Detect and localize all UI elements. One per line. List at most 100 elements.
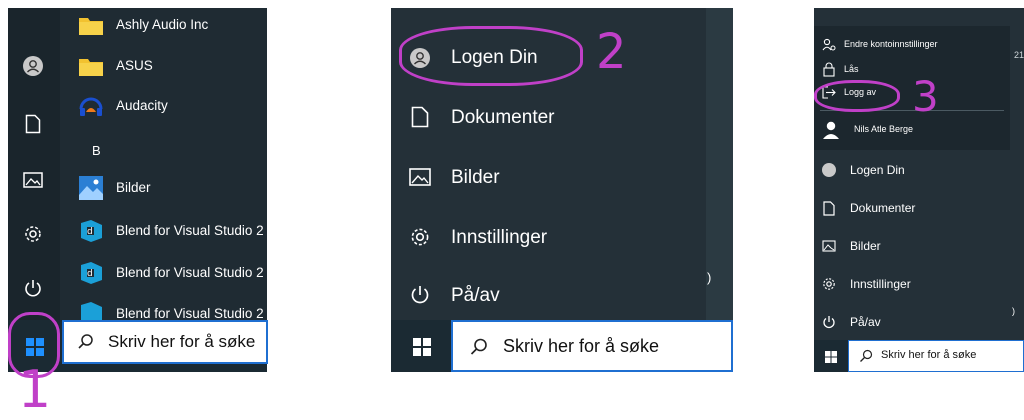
search-box[interactable]: Skriv her for å søke (62, 320, 268, 364)
avatar (410, 48, 430, 68)
menu-item-label: Bilder (850, 239, 881, 253)
app-label: ASUS (116, 58, 153, 73)
start-button[interactable] (18, 330, 52, 364)
windows-logo-icon (26, 338, 44, 356)
gear-icon (823, 278, 835, 290)
blend-icon: d (81, 220, 102, 242)
menu-item-label: Dokumenter (850, 201, 916, 215)
search-icon (470, 338, 487, 355)
search-placeholder: Skriv her for å søke (108, 332, 256, 351)
menu-item-label: Innstillinger (451, 227, 548, 248)
documents-button[interactable] (25, 114, 41, 134)
popup-user-name: Nils Atle Berge (854, 124, 914, 134)
menu-item-pictures[interactable]: Bilder (820, 236, 1000, 258)
menu-item-settings[interactable]: Innstillinger (403, 218, 603, 258)
svg-text:d: d (87, 227, 93, 237)
app-list-item[interactable]: Bilder (78, 175, 267, 203)
avatar (822, 163, 836, 177)
power-icon (823, 316, 835, 329)
edge-fragment: 21 (1014, 50, 1024, 60)
blend-icon: d (81, 262, 102, 284)
popup-item-label: Endre kontoinnstillinger (844, 39, 938, 49)
app-list-item[interactable]: Ashly Audio Inc (78, 12, 267, 40)
app-label: Blend for Visual Studio 2 (116, 223, 264, 238)
step-3-number: 3 (912, 72, 939, 121)
search-icon (860, 349, 873, 362)
app-label: Blend for Visual Studio 2 (116, 265, 264, 280)
start-rail (8, 8, 60, 320)
menu-item-documents[interactable]: Dokumenter (403, 98, 603, 138)
user-icon (27, 60, 39, 73)
settings-button[interactable] (23, 224, 43, 244)
search-icon (78, 334, 93, 349)
menu-item-power[interactable]: På/av (820, 312, 1000, 334)
menu-item-power[interactable]: På/av (403, 276, 603, 316)
photos-icon (79, 176, 103, 200)
power-icon (411, 286, 429, 304)
start-button[interactable] (405, 330, 439, 364)
start-menu-panel-1: Ashly Audio Inc ASUS Audacity B Bilder d… (8, 8, 267, 372)
search-box[interactable]: Skriv her for å søke (848, 340, 1024, 372)
power-button[interactable] (23, 278, 43, 298)
pictures-icon (23, 172, 43, 188)
menu-item-label: Logen Din (451, 47, 538, 68)
start-menu-panel-2: Logen Din Dokumenter Bilder Innstillinge… (391, 8, 733, 372)
menu-item-label: Bilder (451, 167, 500, 188)
step-2-number: 2 (596, 24, 627, 80)
edge-fragment: ) (707, 270, 712, 285)
menu-item-account[interactable]: Logen Din (403, 38, 583, 78)
blend-icon (81, 302, 102, 320)
menu-item-settings[interactable]: Innstillinger (820, 274, 1000, 296)
menu-item-account[interactable]: Logen Din (820, 160, 1000, 182)
menu-item-label: Dokumenter (451, 107, 555, 128)
windows-logo-icon (413, 338, 431, 356)
edge-fragment: ) (1012, 306, 1015, 316)
pictures-icon (822, 240, 836, 252)
app-label: Audacity (116, 98, 168, 113)
app-list-item[interactable]: d Blend for Visual Studio 2 (78, 218, 267, 246)
popup-item-label: Logg av (844, 87, 877, 97)
avatar-button[interactable] (23, 56, 43, 76)
section-letter[interactable]: B (92, 142, 101, 160)
svg-text:d: d (87, 269, 93, 279)
section-letter-label: B (92, 143, 101, 158)
menu-item-documents[interactable]: Dokumenter (820, 198, 1000, 220)
popup-user-entry[interactable]: Nils Atle Berge (820, 118, 1006, 142)
search-placeholder: Skriv her for å søke (881, 349, 977, 361)
menu-item-label: Logen Din (850, 163, 905, 177)
windows-logo-icon (825, 351, 837, 363)
user-avatar-icon (823, 121, 839, 139)
app-label: Blend for Visual Studio 2 (116, 306, 264, 320)
search-placeholder: Skriv her for å søke (503, 336, 660, 356)
menu-item-label: På/av (451, 285, 500, 306)
start-menu-panel-3: Endre kontoinnstillinger Lås Logg av Nil… (814, 8, 1024, 372)
app-label: Bilder (116, 180, 151, 195)
gear-icon (25, 226, 41, 242)
app-list-item[interactable]: ASUS (78, 53, 267, 81)
app-list-item[interactable]: Audacity (78, 94, 267, 122)
app-label: Ashly Audio Inc (116, 17, 209, 32)
document-icon (25, 114, 41, 134)
pictures-icon (409, 168, 431, 186)
sign-out-icon (822, 86, 836, 99)
app-list-item[interactable]: d Blend for Visual Studio 2 (78, 260, 267, 288)
menu-item-pictures[interactable]: Bilder (403, 158, 603, 198)
popup-item-account-settings[interactable]: Endre kontoinnstillinger (820, 36, 1006, 54)
audacity-icon (79, 97, 103, 116)
app-list-item[interactable]: Blend for Visual Studio 2 (78, 300, 267, 320)
document-icon (823, 201, 835, 216)
folder-icon (79, 18, 103, 35)
gear-icon (411, 228, 429, 246)
document-icon (411, 106, 429, 128)
step-1-number: 1 (18, 360, 52, 420)
lock-icon (823, 62, 835, 77)
start-button[interactable] (820, 346, 842, 368)
menu-item-label: På/av (850, 315, 881, 329)
pictures-button[interactable] (23, 172, 43, 188)
menu-item-label: Innstillinger (850, 277, 911, 291)
popup-item-label: Lås (844, 64, 859, 74)
folder-icon (79, 59, 103, 76)
power-icon (25, 280, 41, 297)
user-icon (414, 52, 426, 65)
search-box[interactable]: Skriv her for å søke (451, 320, 733, 372)
